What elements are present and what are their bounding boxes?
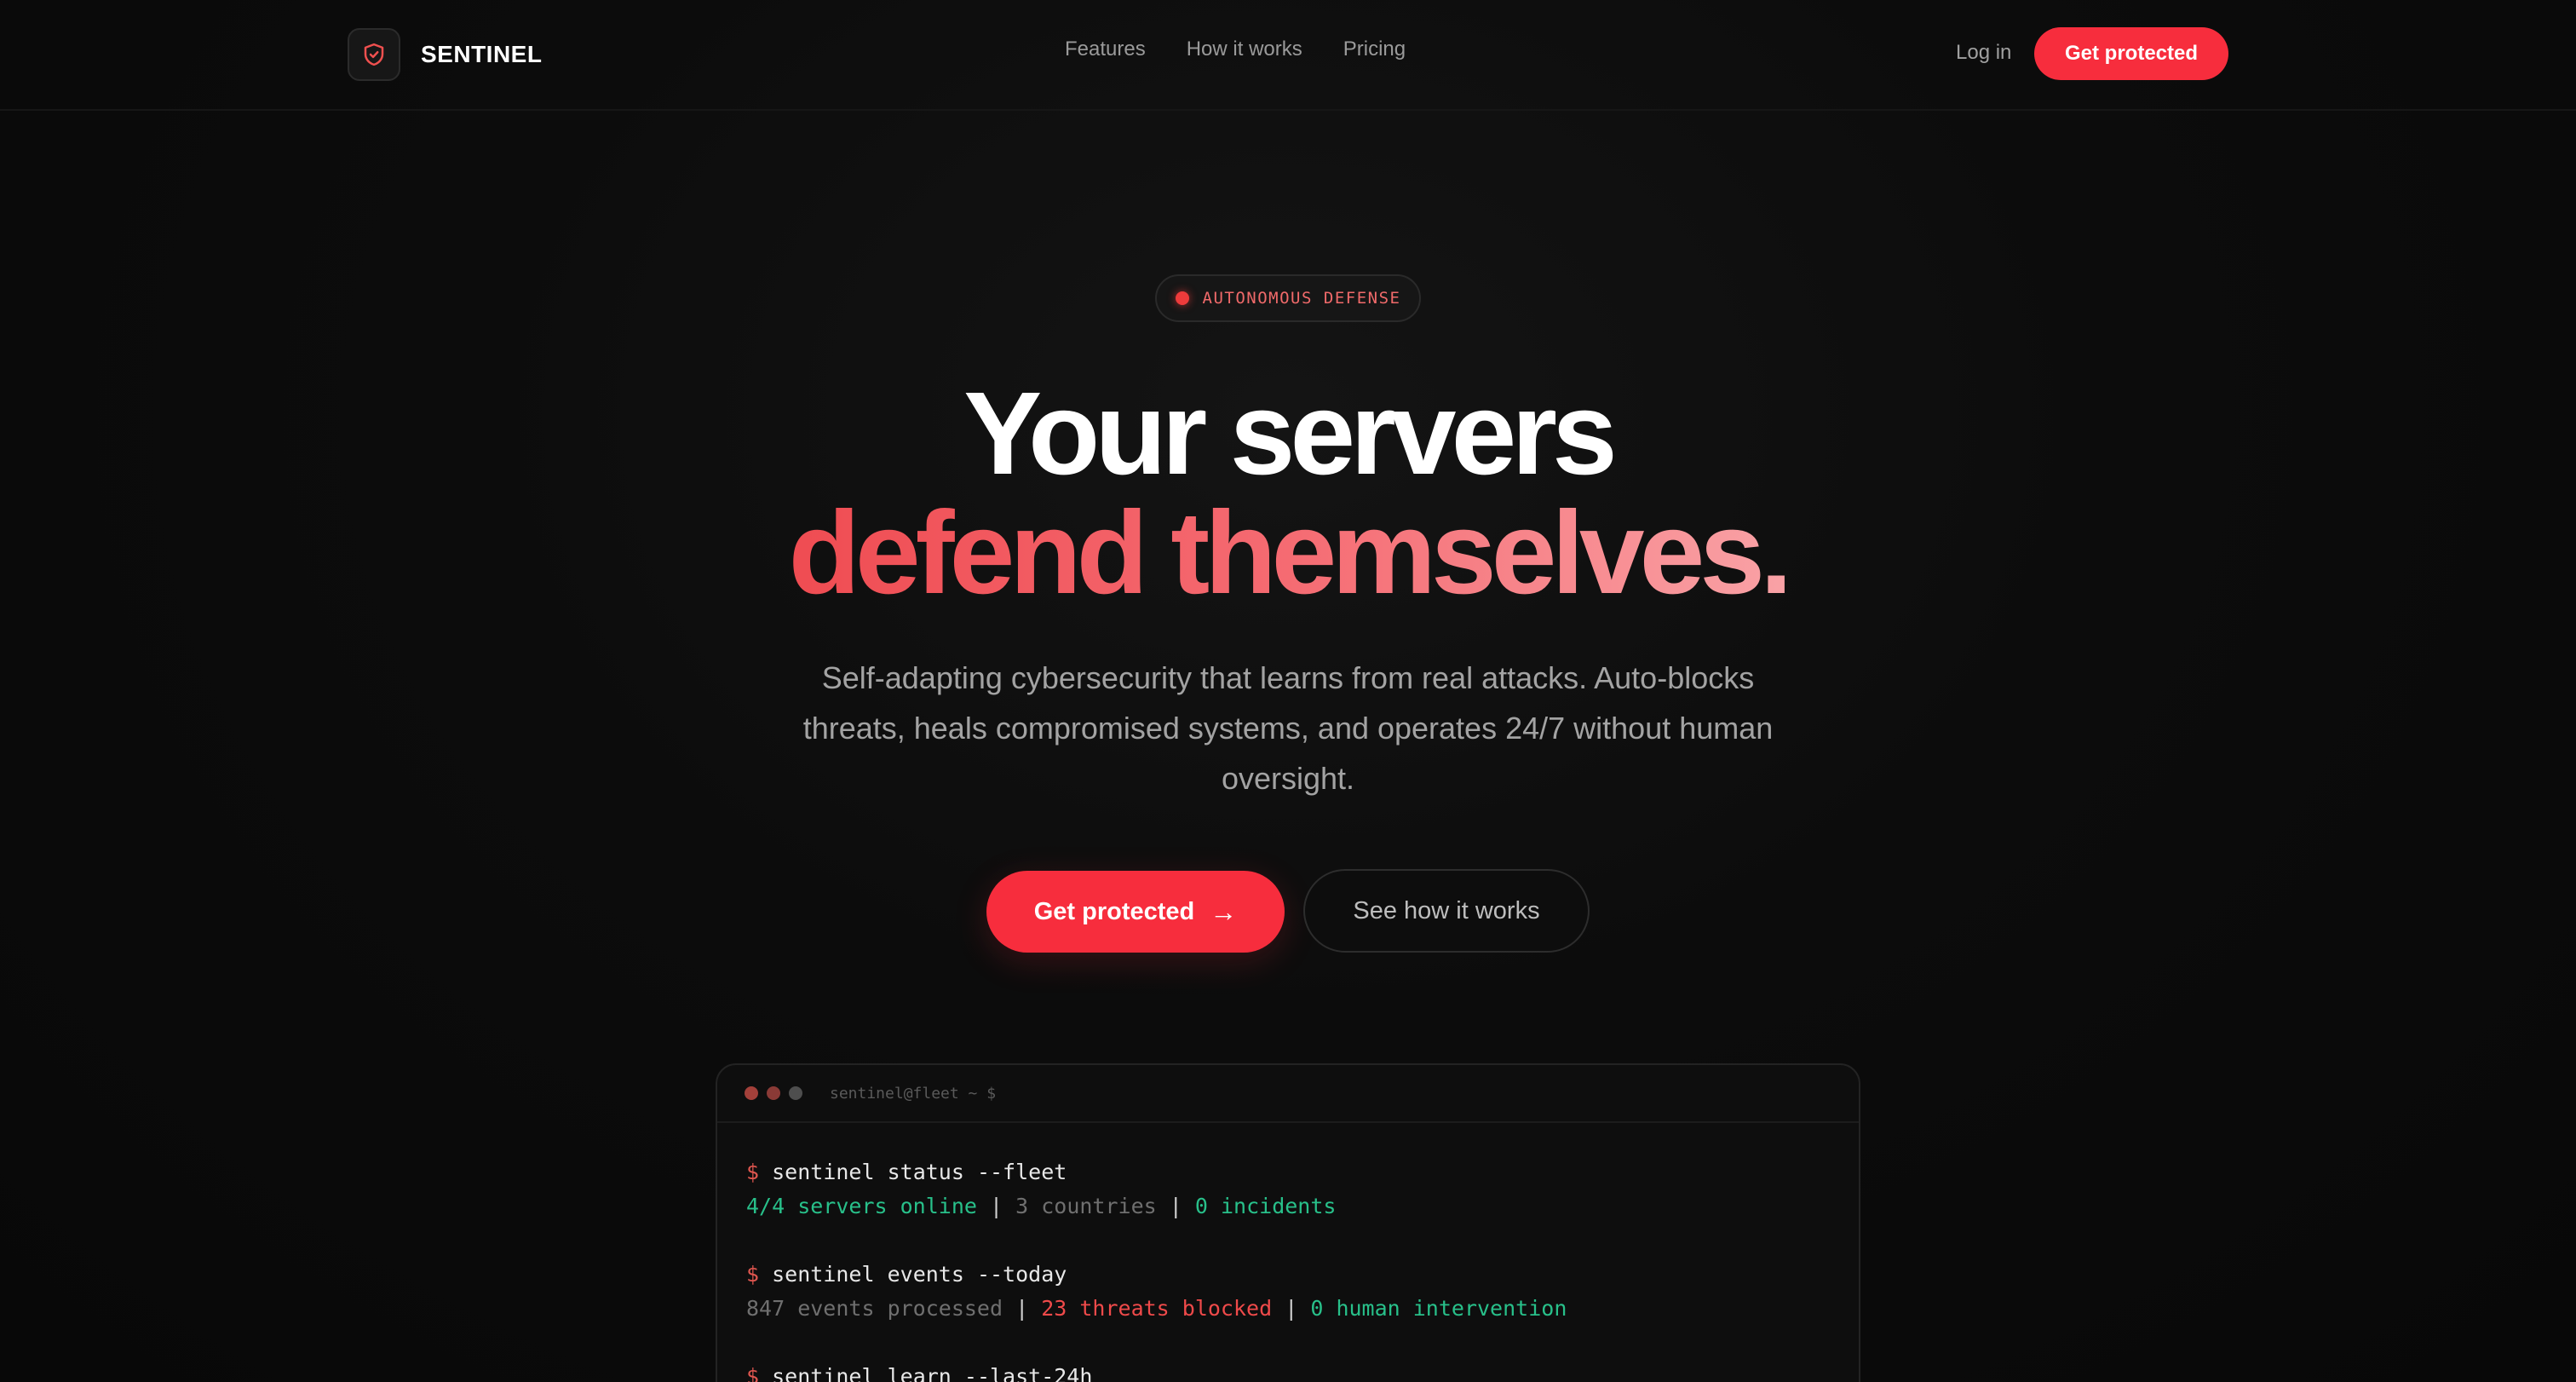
prompt-symbol: $ xyxy=(746,1364,760,1382)
nav-get-protected-button[interactable]: Get protected xyxy=(2034,27,2228,80)
brand-name: SENTINEL xyxy=(421,41,543,67)
servers-online: 4/4 servers online xyxy=(746,1194,977,1218)
nav-link-pricing[interactable]: Pricing xyxy=(1343,37,1406,61)
page: SENTINEL Features How it works Pricing L… xyxy=(0,0,2576,1382)
incidents-count: 0 incidents xyxy=(1194,1194,1337,1218)
terminal-window: sentinel@fleet ~ $ $ sentinel status --f… xyxy=(716,1063,1860,1382)
close-dot-icon xyxy=(745,1086,758,1100)
separator: | xyxy=(1285,1296,1298,1321)
threats-blocked: 23 threats blocked xyxy=(1041,1296,1273,1321)
get-protected-button[interactable]: Get protected → xyxy=(986,871,1285,953)
hero-subtitle: Self-adapting cybersecurity that learns … xyxy=(802,660,1774,796)
minimize-dot-icon xyxy=(767,1086,780,1100)
terminal-command-line: $ sentinel status --fleet xyxy=(746,1155,1859,1189)
badge-label: AUTONOMOUS DEFENSE xyxy=(1202,289,1401,308)
brand[interactable]: SENTINEL xyxy=(348,27,542,82)
top-nav: SENTINEL Features How it works Pricing L… xyxy=(0,0,2576,111)
countries-count: 3 countries xyxy=(1015,1194,1157,1218)
command-text: sentinel learn --last-24h xyxy=(772,1364,1093,1382)
terminal-output-line: 4/4 servers online | 3 countries | 0 inc… xyxy=(746,1189,1859,1224)
separator: | xyxy=(1015,1296,1029,1321)
terminal-command-line: $ sentinel events --today xyxy=(746,1258,1859,1292)
events-processed: 847 events processed xyxy=(746,1296,1003,1321)
terminal-command-line: $ sentinel learn --last-24h xyxy=(746,1360,1859,1382)
command-text: sentinel events --today xyxy=(772,1262,1067,1287)
status-dot-icon xyxy=(1175,291,1189,305)
command-text: sentinel status --fleet xyxy=(772,1160,1067,1184)
terminal-title: sentinel@fleet ~ $ xyxy=(830,1084,997,1103)
shield-check-icon xyxy=(364,43,384,66)
see-how-it-works-button[interactable]: See how it works xyxy=(1303,869,1590,953)
human-intervention: 0 human intervention xyxy=(1310,1296,1567,1321)
get-protected-label: Get protected xyxy=(1033,897,1195,925)
separator: | xyxy=(1169,1194,1182,1218)
logo-mark xyxy=(348,28,400,81)
prompt-symbol: $ xyxy=(746,1160,760,1184)
autonomous-defense-badge: AUTONOMOUS DEFENSE xyxy=(1155,274,1421,322)
arrow-right-icon: → xyxy=(1210,895,1238,927)
separator: | xyxy=(990,1194,1003,1218)
headline-line-2: defend themselves. xyxy=(788,487,1793,619)
hero-headline: Your servers defend themselves. xyxy=(0,375,2576,612)
login-link[interactable]: Log in xyxy=(1956,41,2011,65)
nav-link-how-it-works[interactable]: How it works xyxy=(1187,37,1302,61)
nav-links: Features How it works Pricing xyxy=(1065,37,1406,61)
terminal-titlebar: sentinel@fleet ~ $ xyxy=(717,1065,1859,1123)
prompt-symbol: $ xyxy=(746,1262,760,1287)
terminal-output-line: 847 events processed | 23 threats blocke… xyxy=(746,1292,1859,1326)
nav-link-features[interactable]: Features xyxy=(1065,37,1146,61)
maximize-dot-icon xyxy=(789,1086,802,1100)
headline-line-1: Your servers xyxy=(963,368,1618,499)
terminal-output: $ sentinel status --fleet 4/4 servers on… xyxy=(717,1123,1859,1382)
